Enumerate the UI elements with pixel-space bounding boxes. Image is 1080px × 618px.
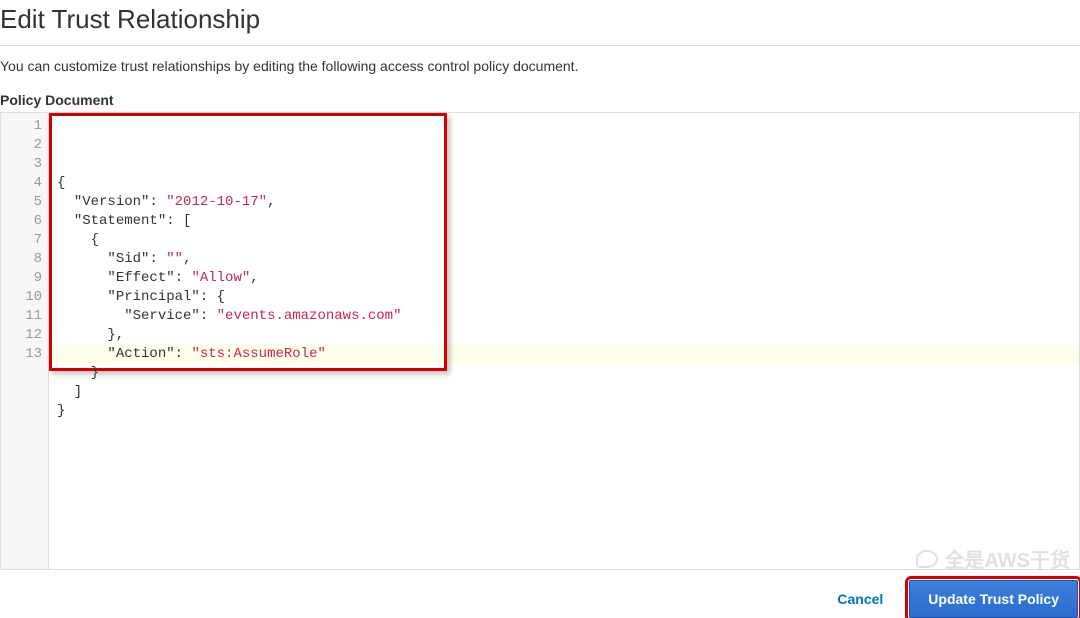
line-number: 5 <box>1 193 42 212</box>
line-number: 13 <box>1 345 42 364</box>
code-line[interactable]: ] <box>57 383 1079 402</box>
code-line[interactable]: "Sid": "", <box>57 250 1079 269</box>
code-area[interactable]: { "Version": "2012-10-17", "Statement": … <box>49 113 1079 569</box>
description-text: You can customize trust relationships by… <box>0 58 1080 74</box>
update-trust-policy-button[interactable]: Update Trust Policy <box>909 580 1078 618</box>
line-number: 3 <box>1 155 42 174</box>
line-number: 8 <box>1 250 42 269</box>
code-line[interactable]: "Action": "sts:AssumeRole" <box>57 345 1079 364</box>
code-line[interactable]: "Statement": [ <box>57 212 1079 231</box>
code-line[interactable]: "Version": "2012-10-17", <box>57 193 1079 212</box>
code-line[interactable]: { <box>57 174 1079 193</box>
policy-document-label: Policy Document <box>0 92 1080 108</box>
code-line[interactable]: "Service": "events.amazonaws.com" <box>57 307 1079 326</box>
line-number: 10 <box>1 288 42 307</box>
code-line[interactable]: } <box>57 364 1079 383</box>
cancel-button[interactable]: Cancel <box>823 581 897 617</box>
line-number: 1 <box>1 117 42 136</box>
line-number: 12 <box>1 326 42 345</box>
line-number: 11 <box>1 307 42 326</box>
line-number-gutter: 12345678910111213 <box>1 113 49 569</box>
code-line[interactable]: }, <box>57 326 1079 345</box>
page-title: Edit Trust Relationship <box>0 0 1080 46</box>
line-number: 6 <box>1 212 42 231</box>
line-number: 2 <box>1 136 42 155</box>
code-line[interactable]: "Principal": { <box>57 288 1079 307</box>
line-number: 7 <box>1 231 42 250</box>
line-number: 4 <box>1 174 42 193</box>
code-line[interactable]: } <box>57 402 1079 421</box>
code-line[interactable]: "Effect": "Allow", <box>57 269 1079 288</box>
policy-editor[interactable]: 12345678910111213 { "Version": "2012-10-… <box>0 112 1080 570</box>
line-number: 9 <box>1 269 42 288</box>
code-line[interactable]: { <box>57 231 1079 250</box>
